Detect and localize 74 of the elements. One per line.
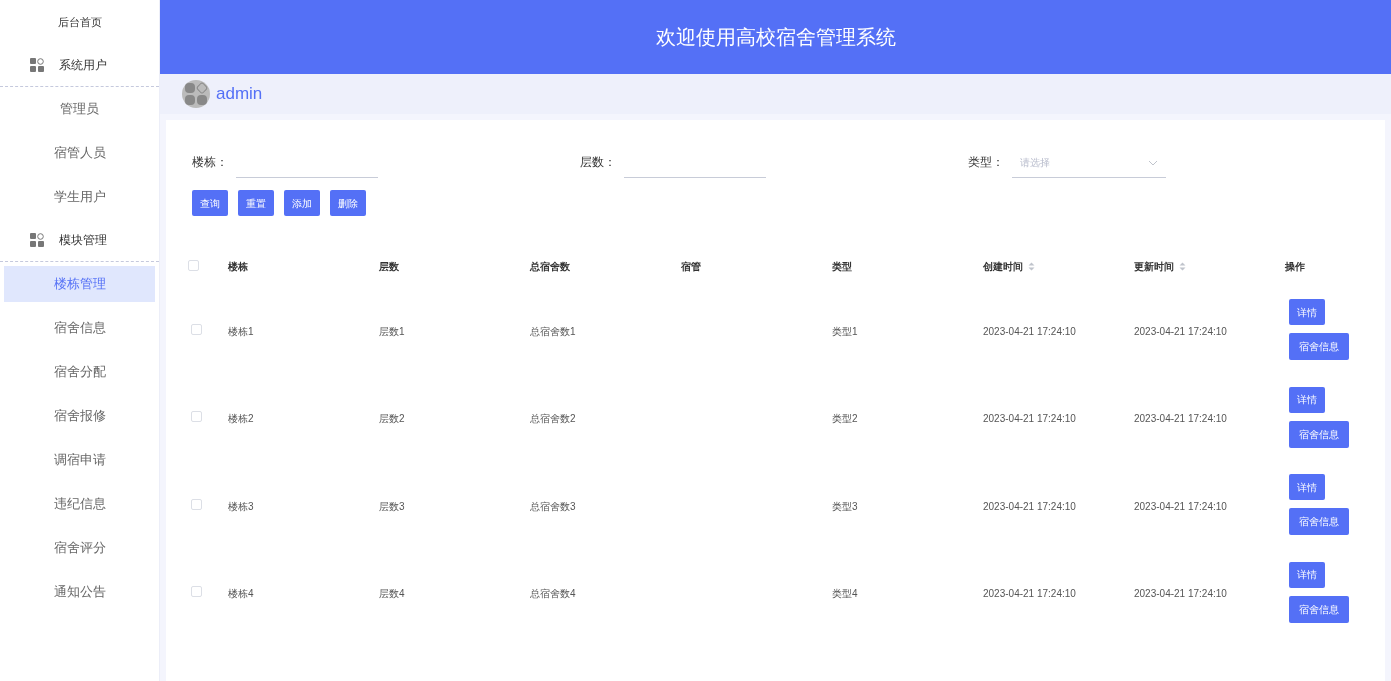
column-header: 类型 — [832, 259, 852, 274]
table-cell: 类型4 — [832, 588, 858, 600]
column-header: 操作 — [1285, 259, 1305, 274]
checkbox[interactable] — [191, 323, 202, 335]
table-cell: 2023-04-21 17:24:10 — [983, 325, 1076, 337]
row-button[interactable]: 详情 — [1289, 299, 1325, 326]
sidebar-item[interactable]: 宿舍报修 — [4, 398, 155, 434]
filter-label: 类型： — [968, 154, 1005, 171]
user-name: admin — [216, 83, 263, 106]
table-cell: 总宿舍数1 — [530, 325, 576, 337]
column-header: 层数 — [379, 259, 399, 274]
row-button[interactable]: 详情 — [1289, 474, 1325, 501]
row-button[interactable]: 宿舍信息 — [1289, 333, 1349, 361]
table-cell: 2023-04-21 17:24:10 — [1134, 500, 1227, 512]
grid-icon — [30, 233, 44, 247]
table-cell: 总宿舍数4 — [530, 588, 576, 600]
row-button[interactable]: 宿舍信息 — [1289, 508, 1349, 536]
filter-label: 层数： — [580, 154, 617, 171]
checkbox[interactable] — [188, 260, 199, 271]
table-cell: 层数4 — [379, 588, 405, 600]
action-button[interactable]: 添加 — [284, 190, 320, 216]
filter-label: 楼栋： — [192, 154, 229, 171]
sidebar-item[interactable]: 学生用户 — [4, 179, 155, 215]
table-cell: 类型2 — [832, 413, 858, 425]
sort-icon[interactable] — [1179, 261, 1186, 271]
table-cell: 2023-04-21 17:24:10 — [983, 413, 1076, 425]
row-button[interactable]: 详情 — [1289, 386, 1325, 413]
sidebar-item[interactable]: 通知公告 — [4, 574, 155, 610]
sort-icon[interactable] — [1028, 261, 1035, 271]
table-cell: 楼栋1 — [228, 325, 254, 337]
table-cell: 2023-04-21 17:24:10 — [1134, 413, 1227, 425]
column-header: 更新时间 — [1134, 259, 1174, 274]
sidebar-item[interactable]: 后台首页 — [0, 0, 159, 44]
column-header: 创建时间 — [983, 259, 1023, 274]
table-cell: 2023-04-21 17:24:10 — [1134, 588, 1227, 600]
table-cell: 层数2 — [379, 413, 405, 425]
checkbox[interactable] — [191, 411, 202, 423]
column-header: 宿管 — [681, 259, 701, 274]
table-cell: 总宿舍数2 — [530, 413, 576, 425]
sidebar-item[interactable]: 宿管人员 — [4, 135, 155, 171]
table-cell: 楼栋2 — [228, 413, 254, 425]
group-title[interactable]: 系统用户 — [59, 56, 107, 74]
row-button[interactable]: 详情 — [1289, 561, 1325, 588]
page-title: 欢迎使用高校宿舍管理系统 — [655, 25, 896, 50]
table-cell: 2023-04-21 17:24:10 — [1134, 325, 1227, 337]
column-header: 楼栋 — [228, 259, 248, 274]
table-cell: 楼栋4 — [228, 588, 254, 600]
table-cell: 层数3 — [379, 500, 405, 512]
chevron-down-icon — [1148, 159, 1158, 166]
sidebar-item[interactable]: 宿舍评分 — [4, 530, 155, 566]
group-title[interactable]: 模块管理 — [59, 231, 107, 249]
action-button[interactable]: 删除 — [330, 190, 366, 216]
table-cell: 2023-04-21 17:24:10 — [983, 500, 1076, 512]
sidebar-item[interactable]: 违纪信息 — [4, 486, 155, 522]
table-cell: 2023-04-21 17:24:10 — [983, 588, 1076, 600]
sidebar-item[interactable]: 管理员 — [4, 91, 155, 127]
table-cell: 层数1 — [379, 325, 405, 337]
sidebar-item[interactable]: 楼栋管理 — [4, 266, 155, 302]
column-header: 总宿舍数 — [530, 259, 570, 274]
row-button[interactable]: 宿舍信息 — [1289, 420, 1349, 448]
table-cell: 类型3 — [832, 500, 858, 512]
grid-icon — [30, 58, 44, 72]
row-button[interactable]: 宿舍信息 — [1289, 595, 1349, 623]
table-cell: 类型1 — [832, 325, 858, 337]
action-button[interactable]: 查询 — [192, 190, 228, 216]
avatar-icon — [182, 80, 210, 108]
sidebar-item[interactable]: 调宿申请 — [4, 442, 155, 478]
sidebar-item[interactable]: 宿舍信息 — [4, 310, 155, 346]
table-cell: 总宿舍数3 — [530, 500, 576, 512]
action-button[interactable]: 重置 — [238, 190, 274, 216]
table-cell: 楼栋3 — [228, 500, 254, 512]
sidebar-item[interactable]: 宿舍分配 — [4, 354, 155, 390]
checkbox[interactable] — [191, 498, 202, 510]
checkbox[interactable] — [191, 586, 202, 598]
